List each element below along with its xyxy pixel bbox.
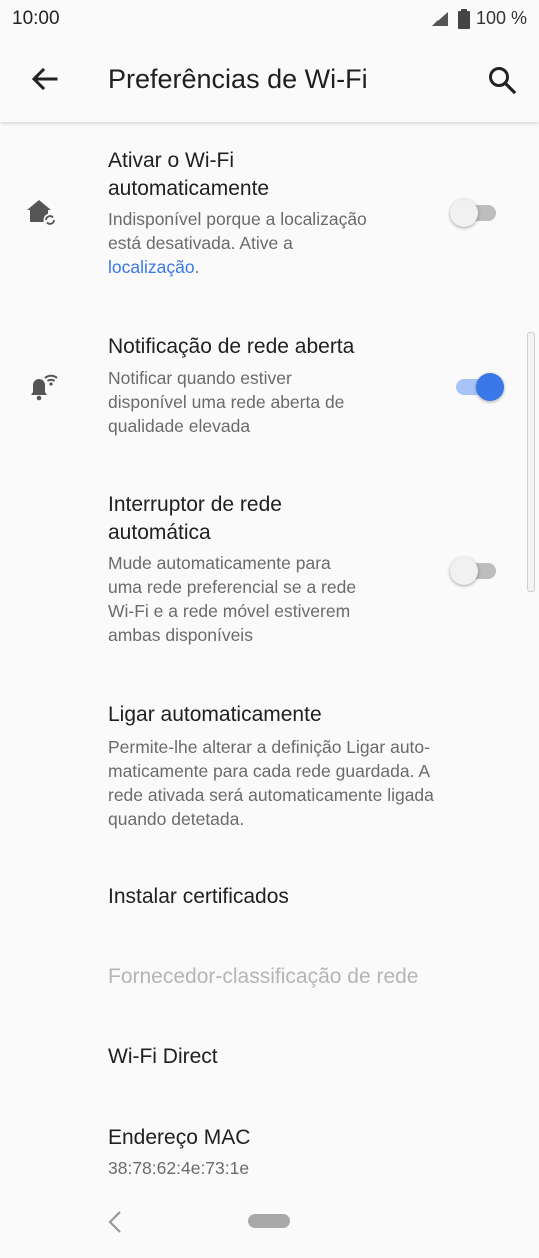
setting-title: Fornecedor-classificação de rede [108,965,419,988]
setting-summary: qualidade elevada [108,416,251,436]
app-bar: Preferências de Wi-Fi [0,40,539,122]
setting-title: Notificação de rede aberta [108,335,355,358]
scrollbar[interactable] [527,332,535,592]
setting-summary: Indisponível porque a localização [108,209,367,229]
setting-summary: Permite-lhe alterar a definição Ligar au… [108,737,430,757]
setting-summary: está desativada. Ative a [108,233,293,253]
setting-network-rating-provider: Fornecedor-classificação de rede [0,940,539,1020]
setting-summary-line: localização. [108,256,199,279]
setting-auto-connect[interactable]: Ligar automaticamente Permite-lhe altera… [0,682,539,860]
setting-summary: maticamente para cada rede guardada. A [108,761,431,781]
setting-mac-address: Endereço MAC 38:78:62:4e:73:1e [0,1100,539,1186]
setting-summary: Notificar quando estiver [108,368,292,388]
home-sync-icon [27,200,57,227]
status-indicators: 100 % [430,8,527,29]
signal-icon [431,11,448,26]
setting-auto-network-switch[interactable]: Interruptor de rede automática Mude auto… [0,472,539,682]
setting-title: Endereço MAC [108,1126,251,1149]
setting-summary: ambas disponíveis [108,625,253,645]
auto-enable-wifi-switch[interactable] [450,192,500,232]
setting-title: Ligar automaticamente [108,703,322,726]
setting-auto-enable-wifi[interactable]: Ativar o Wi-Fi automaticamente Indisponí… [0,122,539,312]
setting-title: Instalar certificados [108,885,289,908]
auto-network-switch-toggle[interactable] [450,550,500,590]
page-title: Preferências de Wi-Fi [108,64,368,94]
mac-address-value: 38:78:62:4e:73:1e [108,1158,250,1178]
punctuation: . [194,257,200,277]
setting-summary: Mude automaticamente para [108,553,331,573]
setting-install-certificates[interactable]: Instalar certificados [0,860,539,940]
search-icon[interactable] [484,62,520,98]
back-arrow-icon[interactable] [26,62,62,98]
setting-summary: uma rede preferencial se a rede [108,577,357,597]
status-bar: 10:00 100 % [0,0,539,40]
open-network-notification-switch[interactable] [450,366,504,406]
setting-summary: Wi-Fi e a rede móvel estiverem [108,601,351,621]
switch-thumb [450,199,478,227]
status-time: 10:00 [12,8,60,29]
setting-summary: quando detetada. [108,809,245,829]
bell-wifi-icon [31,374,58,401]
switch-thumb [476,373,504,401]
battery-percent: 100 % [475,8,527,28]
setting-title: Interruptor de rede [108,493,282,516]
setting-title: Ativar o Wi-Fi [108,149,234,172]
setting-open-network-notification[interactable]: Notificação de rede aberta Notificar qua… [0,312,539,472]
setting-title: automática [108,521,211,544]
setting-summary: disponível uma rede aberta de [108,392,345,412]
nav-back-icon[interactable] [100,1204,128,1240]
nav-home-pill[interactable] [248,1214,290,1228]
battery-icon [457,8,470,29]
navigation-bar [0,1186,539,1258]
setting-title: automaticamente [108,177,270,200]
setting-title: Wi-Fi Direct [108,1045,218,1068]
location-link[interactable]: localização [108,257,195,277]
setting-wifi-direct[interactable]: Wi-Fi Direct [0,1020,539,1100]
setting-summary: rede ativada será automaticamente ligada [108,785,434,805]
switch-thumb [450,557,478,585]
